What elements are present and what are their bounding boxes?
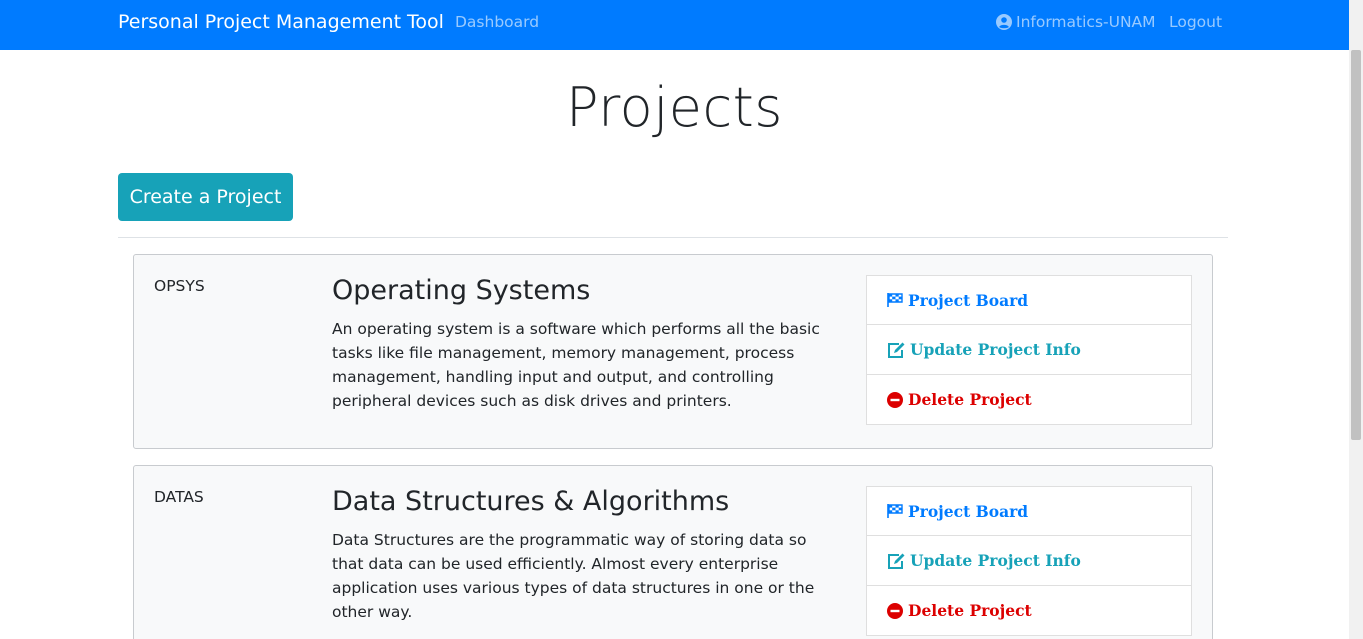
edit-icon bbox=[888, 342, 905, 358]
project-description: Data Structures are the programmatic way… bbox=[332, 531, 815, 621]
update-project-button[interactable]: Update Project Info bbox=[866, 325, 1192, 375]
nav-user-label: Informatics-UNAM bbox=[1016, 13, 1156, 31]
project-identifier: OPSYS bbox=[154, 277, 205, 295]
project-description: An operating system is a software which … bbox=[332, 320, 820, 410]
user-circle-icon bbox=[996, 14, 1012, 30]
flag-checkered-icon bbox=[887, 293, 903, 307]
nav-dashboard-link[interactable]: Dashboard bbox=[455, 13, 539, 31]
project-name: Operating Systems bbox=[332, 275, 591, 306]
project-board-label: Project Board bbox=[908, 290, 1029, 310]
project-identifier: DATAS bbox=[154, 488, 204, 506]
update-project-label: Update Project Info bbox=[910, 551, 1081, 570]
create-project-button[interactable]: Create a Project bbox=[118, 173, 293, 221]
project-card: DATAS Data Structures & Algorithms Data … bbox=[133, 465, 1213, 639]
project-actions: Project Board Update Project Info Delete… bbox=[866, 275, 1192, 425]
nav-user-link[interactable]: Informatics-UNAM bbox=[996, 13, 1156, 31]
flag-checkered-icon bbox=[887, 504, 903, 518]
brand-link[interactable]: Personal Project Management Tool bbox=[118, 11, 444, 33]
project-board-label: Project Board bbox=[908, 501, 1029, 521]
minus-circle-icon bbox=[887, 391, 903, 408]
delete-project-button[interactable]: Delete Project bbox=[866, 586, 1192, 636]
project-card: OPSYS Operating Systems An operating sys… bbox=[133, 254, 1213, 449]
project-board-button[interactable]: Project Board bbox=[866, 275, 1192, 325]
project-board-button[interactable]: Project Board bbox=[866, 486, 1192, 536]
page-scrollbar[interactable] bbox=[1349, 0, 1363, 639]
divider bbox=[118, 237, 1228, 238]
delete-project-button[interactable]: Delete Project bbox=[866, 375, 1192, 425]
minus-circle-icon bbox=[887, 602, 903, 619]
page-title: Projects bbox=[566, 76, 783, 139]
update-project-button[interactable]: Update Project Info bbox=[866, 536, 1192, 586]
scrollbar-thumb[interactable] bbox=[1351, 50, 1361, 440]
top-navbar: Personal Project Management Tool Dashboa… bbox=[0, 0, 1349, 50]
project-name: Data Structures & Algorithms bbox=[332, 486, 730, 517]
delete-project-label: Delete Project bbox=[908, 390, 1032, 409]
edit-icon bbox=[888, 553, 905, 569]
project-actions: Project Board Update Project Info Delete… bbox=[866, 486, 1192, 636]
delete-project-label: Delete Project bbox=[908, 601, 1032, 620]
update-project-label: Update Project Info bbox=[910, 340, 1081, 359]
nav-logout-link[interactable]: Logout bbox=[1169, 13, 1222, 31]
